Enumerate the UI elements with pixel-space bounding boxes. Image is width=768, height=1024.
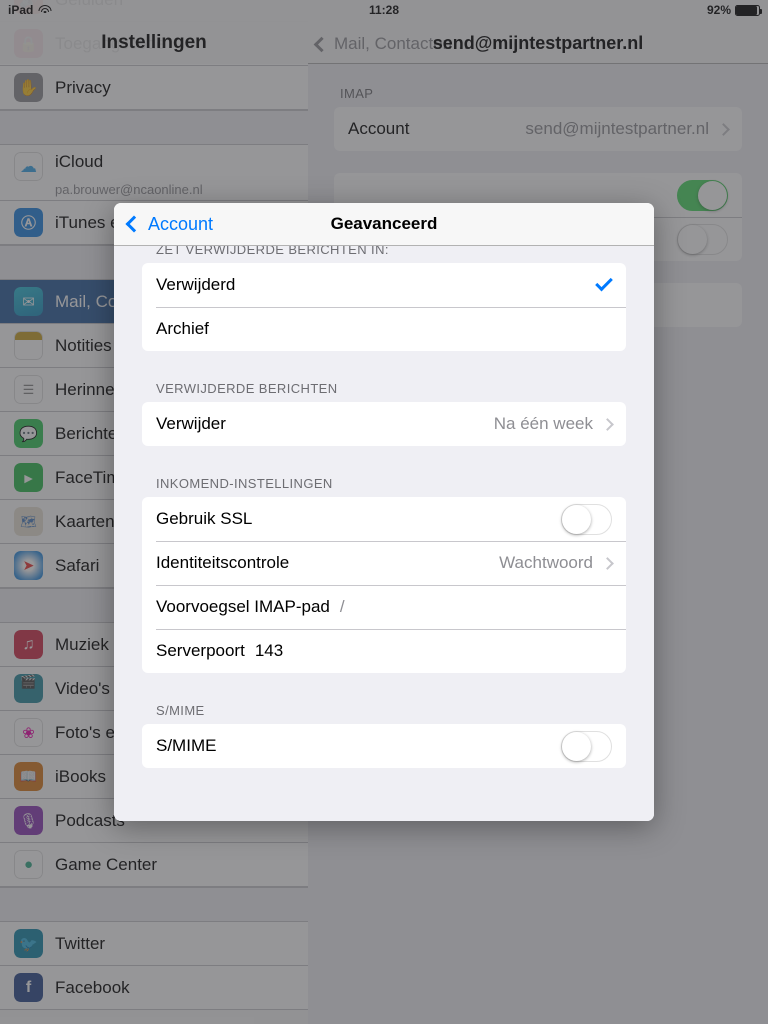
modal-row-toggle[interactable] xyxy=(561,730,612,762)
modal-row-value: Wachtwoord xyxy=(499,553,593,572)
advanced-settings-modal: Account Geavanceerd ZET VERWIJDERDE BERI… xyxy=(114,203,654,821)
modal-row-value: Na één week xyxy=(493,414,593,433)
modal-navbar: Account Geavanceerd xyxy=(114,203,654,246)
modal-row-toggle[interactable] xyxy=(561,503,612,535)
modal-row[interactable]: Archief xyxy=(142,307,626,351)
modal-row-label: Serverpoort xyxy=(156,641,245,660)
modal-row-label: Identiteitscontrole xyxy=(156,553,290,572)
modal-row-label: Verwijderd xyxy=(156,275,236,294)
modal-row[interactable]: S/MIME xyxy=(142,724,626,768)
modal-section-header: ZET VERWIJDERDE BERICHTEN IN: xyxy=(156,246,389,257)
modal-section-card: Gebruik SSL Identiteitscontrole Wachtwoor… xyxy=(142,497,626,673)
modal-section-header: INKOMEND-INSTELLINGEN xyxy=(156,476,333,491)
modal-row[interactable]: Verwijder Na één week xyxy=(142,402,626,446)
chevron-right-icon xyxy=(601,417,614,431)
modal-row-label: S/MIME xyxy=(156,736,217,755)
modal-row[interactable]: Voorvoegsel IMAP-pad / xyxy=(142,585,626,629)
checkmark-icon xyxy=(595,273,613,292)
modal-section-header: S/MIME xyxy=(156,703,205,718)
ipad-settings-screen: 🔊 Geluiden 🔒 Toegangscode ✋ Privacy ☁ iC… xyxy=(0,0,768,1024)
modal-back-button[interactable]: Account xyxy=(125,213,214,235)
modal-row[interactable]: Identiteitscontrole Wachtwoord xyxy=(142,541,626,585)
modal-section-card: Verwijderd Archief xyxy=(142,263,626,351)
modal-row[interactable]: Serverpoort 143 xyxy=(142,629,626,673)
modal-section-card: Verwijder Na één week xyxy=(142,402,626,446)
modal-row-inline-value[interactable]: 143 xyxy=(255,641,283,661)
modal-scroll-body[interactable]: ZET VERWIJDERDE BERICHTEN IN: Verwijderd… xyxy=(114,246,654,821)
modal-row[interactable]: Gebruik SSL xyxy=(142,497,626,541)
modal-section-header: VERWIJDERDE BERICHTEN xyxy=(156,381,338,396)
modal-row-inline-value[interactable]: / xyxy=(340,597,345,617)
modal-row-label: Verwijder xyxy=(156,414,226,433)
modal-back-label: Account xyxy=(148,213,214,234)
modal-row-label: Gebruik SSL xyxy=(156,509,253,528)
modal-row[interactable]: Verwijderd xyxy=(142,263,626,307)
modal-row-label: Voorvoegsel IMAP-pad xyxy=(156,597,330,616)
modal-row-label: Archief xyxy=(156,319,209,338)
modal-section-card: S/MIME xyxy=(142,724,626,768)
chevron-left-icon xyxy=(125,215,143,233)
chevron-right-icon xyxy=(601,556,614,570)
